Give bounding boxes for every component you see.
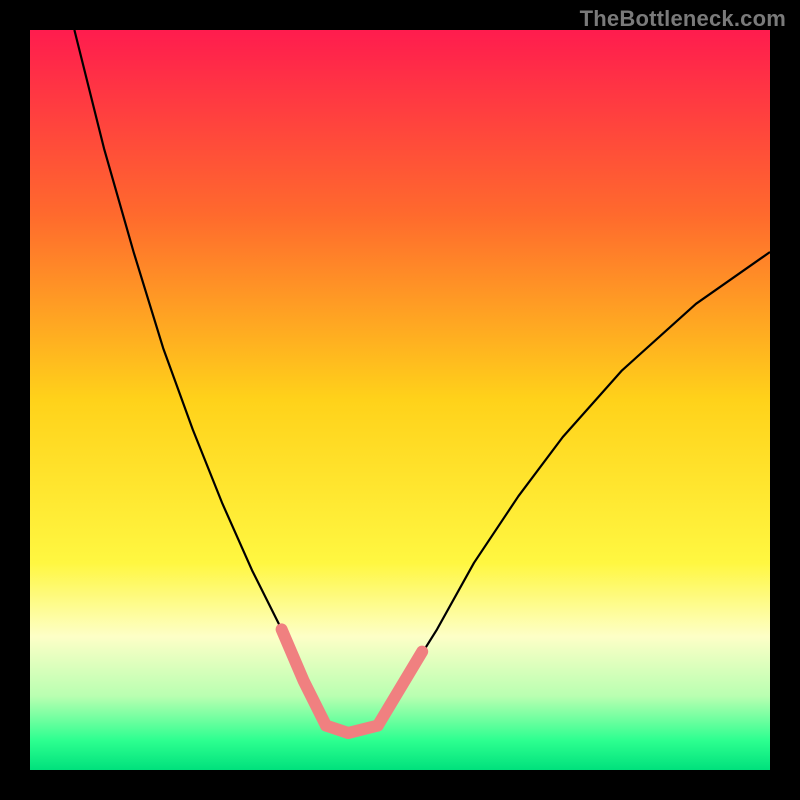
chart-canvas: [0, 0, 800, 800]
chart-stage: TheBottleneck.com: [0, 0, 800, 800]
watermark-label: TheBottleneck.com: [580, 6, 786, 32]
series-pink-highlight-bottom: [326, 726, 378, 733]
plot-background: [30, 30, 770, 770]
